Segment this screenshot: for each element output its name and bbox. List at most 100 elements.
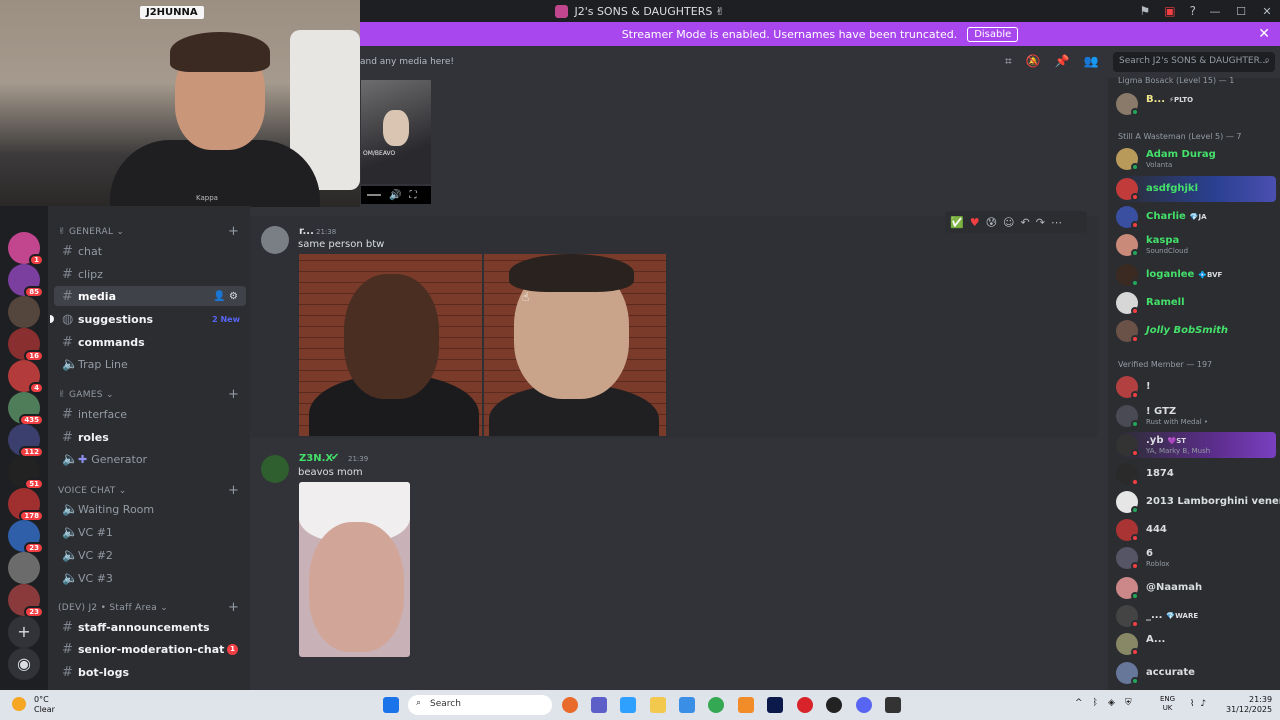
inbox-icon[interactable]: ▣ <box>1164 4 1175 18</box>
member-item[interactable]: .yb 💜ST YA, Marky B, Mush <box>1116 432 1276 458</box>
terminal-icon[interactable] <box>885 697 901 713</box>
image-attachment[interactable] <box>484 254 666 436</box>
member-item[interactable]: 444 <box>1116 517 1276 543</box>
firefox-icon[interactable] <box>562 697 578 713</box>
server-icon[interactable]: 4 <box>8 360 44 394</box>
discord-icon[interactable] <box>856 697 872 713</box>
language-indicator[interactable]: ENG UK <box>1160 695 1175 713</box>
server-icon[interactable] <box>8 296 40 328</box>
react-check-icon[interactable]: ✅ <box>950 216 964 229</box>
teams-icon[interactable] <box>591 697 607 713</box>
app-icon[interactable] <box>679 697 695 713</box>
threads-icon[interactable]: ⌗ <box>1005 54 1012 69</box>
category-games[interactable]: ✌ GAMES ⌄ <box>58 390 114 400</box>
clock[interactable]: 21:39 31/12/2025 <box>1226 695 1272 715</box>
invite-settings-icons[interactable]: 👤 ⚙ <box>213 291 238 302</box>
close-icon[interactable]: ✕ <box>1258 26 1270 42</box>
react-heart-icon[interactable]: ♥ <box>970 216 980 229</box>
opera-icon[interactable] <box>797 697 813 713</box>
close-window-icon[interactable]: ✕ <box>1254 5 1280 18</box>
react-face-icon[interactable]: 😰 <box>986 216 997 229</box>
pin-icon[interactable]: 📌 <box>1055 54 1070 69</box>
shield-icon[interactable]: ⛨ <box>1125 698 1132 708</box>
member-item[interactable]: A... <box>1116 631 1276 657</box>
copilot-icon[interactable] <box>620 697 636 713</box>
member-item[interactable]: ! <box>1116 374 1276 400</box>
member-item[interactable]: asdfghjkl <box>1116 176 1276 202</box>
channel-bot-logs[interactable]: # bot-logs <box>54 662 246 682</box>
more-icon[interactable]: ⋯ <box>1051 216 1062 229</box>
search-input[interactable]: Search J2's SONS & DAUGHTER... ⌕ <box>1113 52 1275 72</box>
server-icon[interactable]: 16 <box>8 328 44 362</box>
member-item[interactable]: Adam Durag Volanta <box>1116 146 1276 172</box>
category-voice-chat[interactable]: VOICE CHAT ⌄ <box>58 486 127 496</box>
member-item[interactable]: Ramell <box>1116 290 1276 316</box>
category-general[interactable]: ✌ GENERAL ⌄ <box>58 227 124 237</box>
status-icons[interactable]: ⌇ ♪ <box>1190 699 1206 709</box>
server-icon[interactable]: 1 <box>8 232 44 266</box>
avatar[interactable] <box>261 226 289 254</box>
voice-waiting-room[interactable]: 🔈 Waiting Room <box>54 499 246 519</box>
avatar[interactable] <box>261 455 289 483</box>
channel-trap-line[interactable]: 🔈 Trap Line <box>54 354 246 374</box>
forward-icon[interactable]: ↷ <box>1036 216 1045 229</box>
add-channel-icon[interactable]: + <box>228 224 239 239</box>
member-item[interactable]: 6 Roblox <box>1116 545 1276 571</box>
server-icon[interactable]: 23 <box>8 584 44 618</box>
members-icon[interactable]: 👥 <box>1084 54 1099 69</box>
member-item[interactable]: Charlie 💎JA <box>1116 204 1276 230</box>
taskbar-search[interactable]: ⌕ Search <box>408 695 552 715</box>
bluetooth-icon[interactable]: ᛒ <box>1093 698 1098 708</box>
member-item[interactable]: ! GTZ Rust with Medal • <box>1116 403 1276 429</box>
voice-vc3[interactable]: 🔈 VC #3 <box>54 568 246 588</box>
reply-icon[interactable]: ↶ <box>1021 216 1030 229</box>
progress-bar[interactable] <box>367 194 381 196</box>
message-author[interactable]: r... <box>299 226 314 237</box>
server-icon[interactable]: 435 <box>8 392 44 426</box>
add-channel-icon[interactable]: + <box>228 600 239 615</box>
add-channel-icon[interactable]: + <box>228 387 239 402</box>
start-icon[interactable] <box>383 697 399 713</box>
server-icon[interactable]: 23 <box>8 520 44 554</box>
channel-suggestions[interactable]: ◍ suggestions 2 New <box>50 309 246 329</box>
member-item[interactable]: loganlee 💠BVF <box>1116 262 1276 288</box>
weather-widget[interactable]: 0°C Clear <box>12 695 55 715</box>
member-item[interactable]: B... ⚡PLTO <box>1116 91 1276 117</box>
server-icon[interactable]: 51 <box>8 456 44 490</box>
member-item[interactable]: accurate <box>1116 660 1276 686</box>
voice-vc2[interactable]: 🔈 VC #2 <box>54 545 246 565</box>
maximize-icon[interactable]: ☐ <box>1228 5 1254 18</box>
vlc-icon[interactable] <box>738 697 754 713</box>
voice-vc1[interactable]: 🔈 VC #1 <box>54 522 246 542</box>
server-icon[interactable]: 85 <box>8 264 44 298</box>
add-reaction-icon[interactable]: ☺ <box>1003 216 1014 229</box>
image-attachment[interactable] <box>299 254 482 436</box>
add-server-icon[interactable]: + <box>8 616 40 648</box>
channel-interface[interactable]: # interface <box>54 404 246 424</box>
channel-chat[interactable]: # chat <box>54 241 246 261</box>
file-explorer-icon[interactable] <box>650 697 666 713</box>
message-author[interactable]: Z3N.X <box>299 453 333 464</box>
fullscreen-icon[interactable]: ⛶ <box>409 190 416 201</box>
minimize-icon[interactable]: — <box>1202 5 1228 18</box>
server-icon[interactable] <box>8 552 40 584</box>
tray-chevron-icon[interactable]: ^ <box>1075 698 1083 708</box>
video-embed[interactable]: OM/BEAVO <box>361 80 431 184</box>
flag-icon[interactable]: ⚑ <box>1140 4 1151 18</box>
channel-clipz[interactable]: # clipz <box>54 264 246 284</box>
member-item[interactable]: Jolly BobSmith <box>1116 318 1276 344</box>
channel-media[interactable]: # media 👤 ⚙ <box>54 286 246 306</box>
channel-commands[interactable]: # commands <box>54 332 246 352</box>
channel-senior-moderation-chat[interactable]: # senior-moderation-chat 1 <box>54 639 246 659</box>
help-icon[interactable]: ? <box>1190 4 1196 18</box>
add-channel-icon[interactable]: + <box>228 483 239 498</box>
volume-icon[interactable]: 🔊 <box>389 190 401 201</box>
image-attachment[interactable] <box>299 482 410 657</box>
category-staff-area[interactable]: (DEV) J2 • Staff Area ⌄ <box>58 603 168 613</box>
disable-button[interactable]: Disable <box>967 26 1019 42</box>
server-icon[interactable]: 178 <box>8 488 44 522</box>
discover-icon[interactable]: ◉ <box>8 648 40 680</box>
channel-staff-announcements[interactable]: # staff-announcements <box>54 617 246 637</box>
member-item[interactable]: 2013 Lamborghini veneno <box>1116 489 1280 515</box>
channel-generator[interactable]: 🔈 ✚ Generator <box>54 449 246 469</box>
